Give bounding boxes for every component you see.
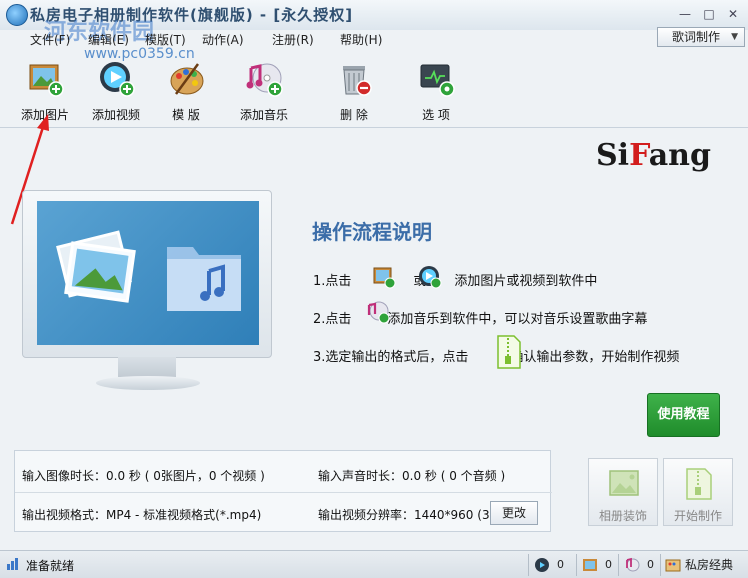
lyric-make-dropdown[interactable]: 歌词制作 ▼	[657, 27, 745, 47]
add-video-button[interactable]: 添加视频	[76, 56, 156, 124]
output-resolution: 输出视频分辨率：1440*960 (3:2)	[318, 508, 506, 522]
add-image-icon	[29, 64, 64, 97]
template-button[interactable]: 模 版	[146, 56, 226, 124]
maximize-button[interactable]: □	[698, 6, 720, 22]
add-video-icon	[100, 62, 135, 97]
lyric-make-label: 歌词制作	[672, 30, 721, 44]
tutorial-button[interactable]: 使用教程	[647, 393, 720, 437]
template-palette-icon	[170, 63, 204, 95]
guide-step-2: 2.点击 添加音乐到软件中，可以对音乐设置歌曲字幕	[313, 312, 648, 327]
add-music-icon	[367, 301, 390, 324]
add-music-button[interactable]: 添加音乐	[224, 56, 304, 124]
zip-file-icon	[686, 468, 712, 500]
options-icon	[420, 64, 455, 97]
add-image-icon	[373, 267, 396, 289]
start-make-button[interactable]: 开始制作	[663, 458, 733, 526]
menu-file[interactable]: 文件(F)	[30, 31, 70, 48]
music-icon	[626, 557, 640, 572]
image-icon	[583, 559, 597, 571]
video-icon	[535, 558, 549, 572]
status-text: 准备就绪	[26, 559, 75, 573]
close-button[interactable]: ✕	[722, 6, 744, 22]
monitor-screen	[37, 201, 259, 345]
sifang-logo: SiFang	[596, 138, 711, 173]
album-decorate-icon	[609, 470, 639, 496]
add-video-label: 添加视频	[91, 108, 140, 122]
classic-template-icon	[665, 559, 681, 572]
title-bar: 私房电子相册制作软件(旗舰版) - [永久授权] 河东软件园 — □ ✕	[0, 0, 748, 45]
add-music-label: 添加音乐	[239, 108, 288, 122]
music-folder-icon	[167, 247, 241, 311]
options-label: 选 项	[422, 108, 450, 122]
menu-help[interactable]: 帮助(H)	[340, 31, 382, 48]
template-label: 模 版	[172, 108, 200, 122]
monitor-illustration	[22, 190, 272, 358]
zip-file-icon	[497, 335, 521, 369]
menu-action[interactable]: 动作(A)	[202, 31, 244, 48]
toolbar: 添加图片 添加视频 模 版 添加音乐 删 除 选 项 SiFang	[0, 50, 748, 173]
options-button[interactable]: 选 项	[396, 56, 476, 124]
monitor-base	[96, 376, 200, 390]
album-decorate-label: 相册装饰	[598, 509, 647, 523]
input-image-duration: 输入图像时长：0.0 秒 ( 0张图片，0 个视频 )	[22, 469, 265, 483]
change-format-button[interactable]: 更改	[490, 501, 538, 525]
guide-step-1: 1.点击或添加图片或视频到软件中	[313, 274, 598, 289]
add-music-icon	[246, 63, 283, 97]
trash-icon	[343, 66, 372, 96]
status-classic[interactable]: 私房经典	[660, 554, 748, 576]
output-video-format: 输出视频格式：MP4 - 标准视频格式(*.mp4)	[22, 508, 262, 522]
chevron-down-icon: ▼	[731, 32, 738, 42]
status-bars-icon	[7, 558, 18, 570]
status-audio-count: 0	[618, 554, 660, 576]
minimize-button[interactable]: —	[674, 6, 696, 22]
info-divider	[15, 492, 552, 493]
app-logo-icon[interactable]	[6, 4, 28, 26]
monitor-neck	[118, 357, 176, 377]
start-make-label: 开始制作	[673, 509, 722, 523]
delete-button[interactable]: 删 除	[314, 56, 394, 124]
add-video-icon	[419, 266, 442, 289]
delete-label: 删 除	[340, 108, 368, 122]
guide-title: 操作流程说明	[312, 220, 432, 244]
album-decorate-button[interactable]: 相册装饰	[588, 458, 658, 526]
menu-register[interactable]: 注册(R)	[272, 31, 314, 48]
input-audio-duration: 输入声音时长：0.0 秒 ( 0 个音频 )	[318, 469, 506, 483]
photo-stack-icon	[56, 230, 136, 303]
status-image-count: 0	[576, 554, 618, 576]
status-bar: 准备就绪 0 0 0 私房经典	[0, 550, 748, 578]
status-video-count: 0	[528, 554, 576, 576]
